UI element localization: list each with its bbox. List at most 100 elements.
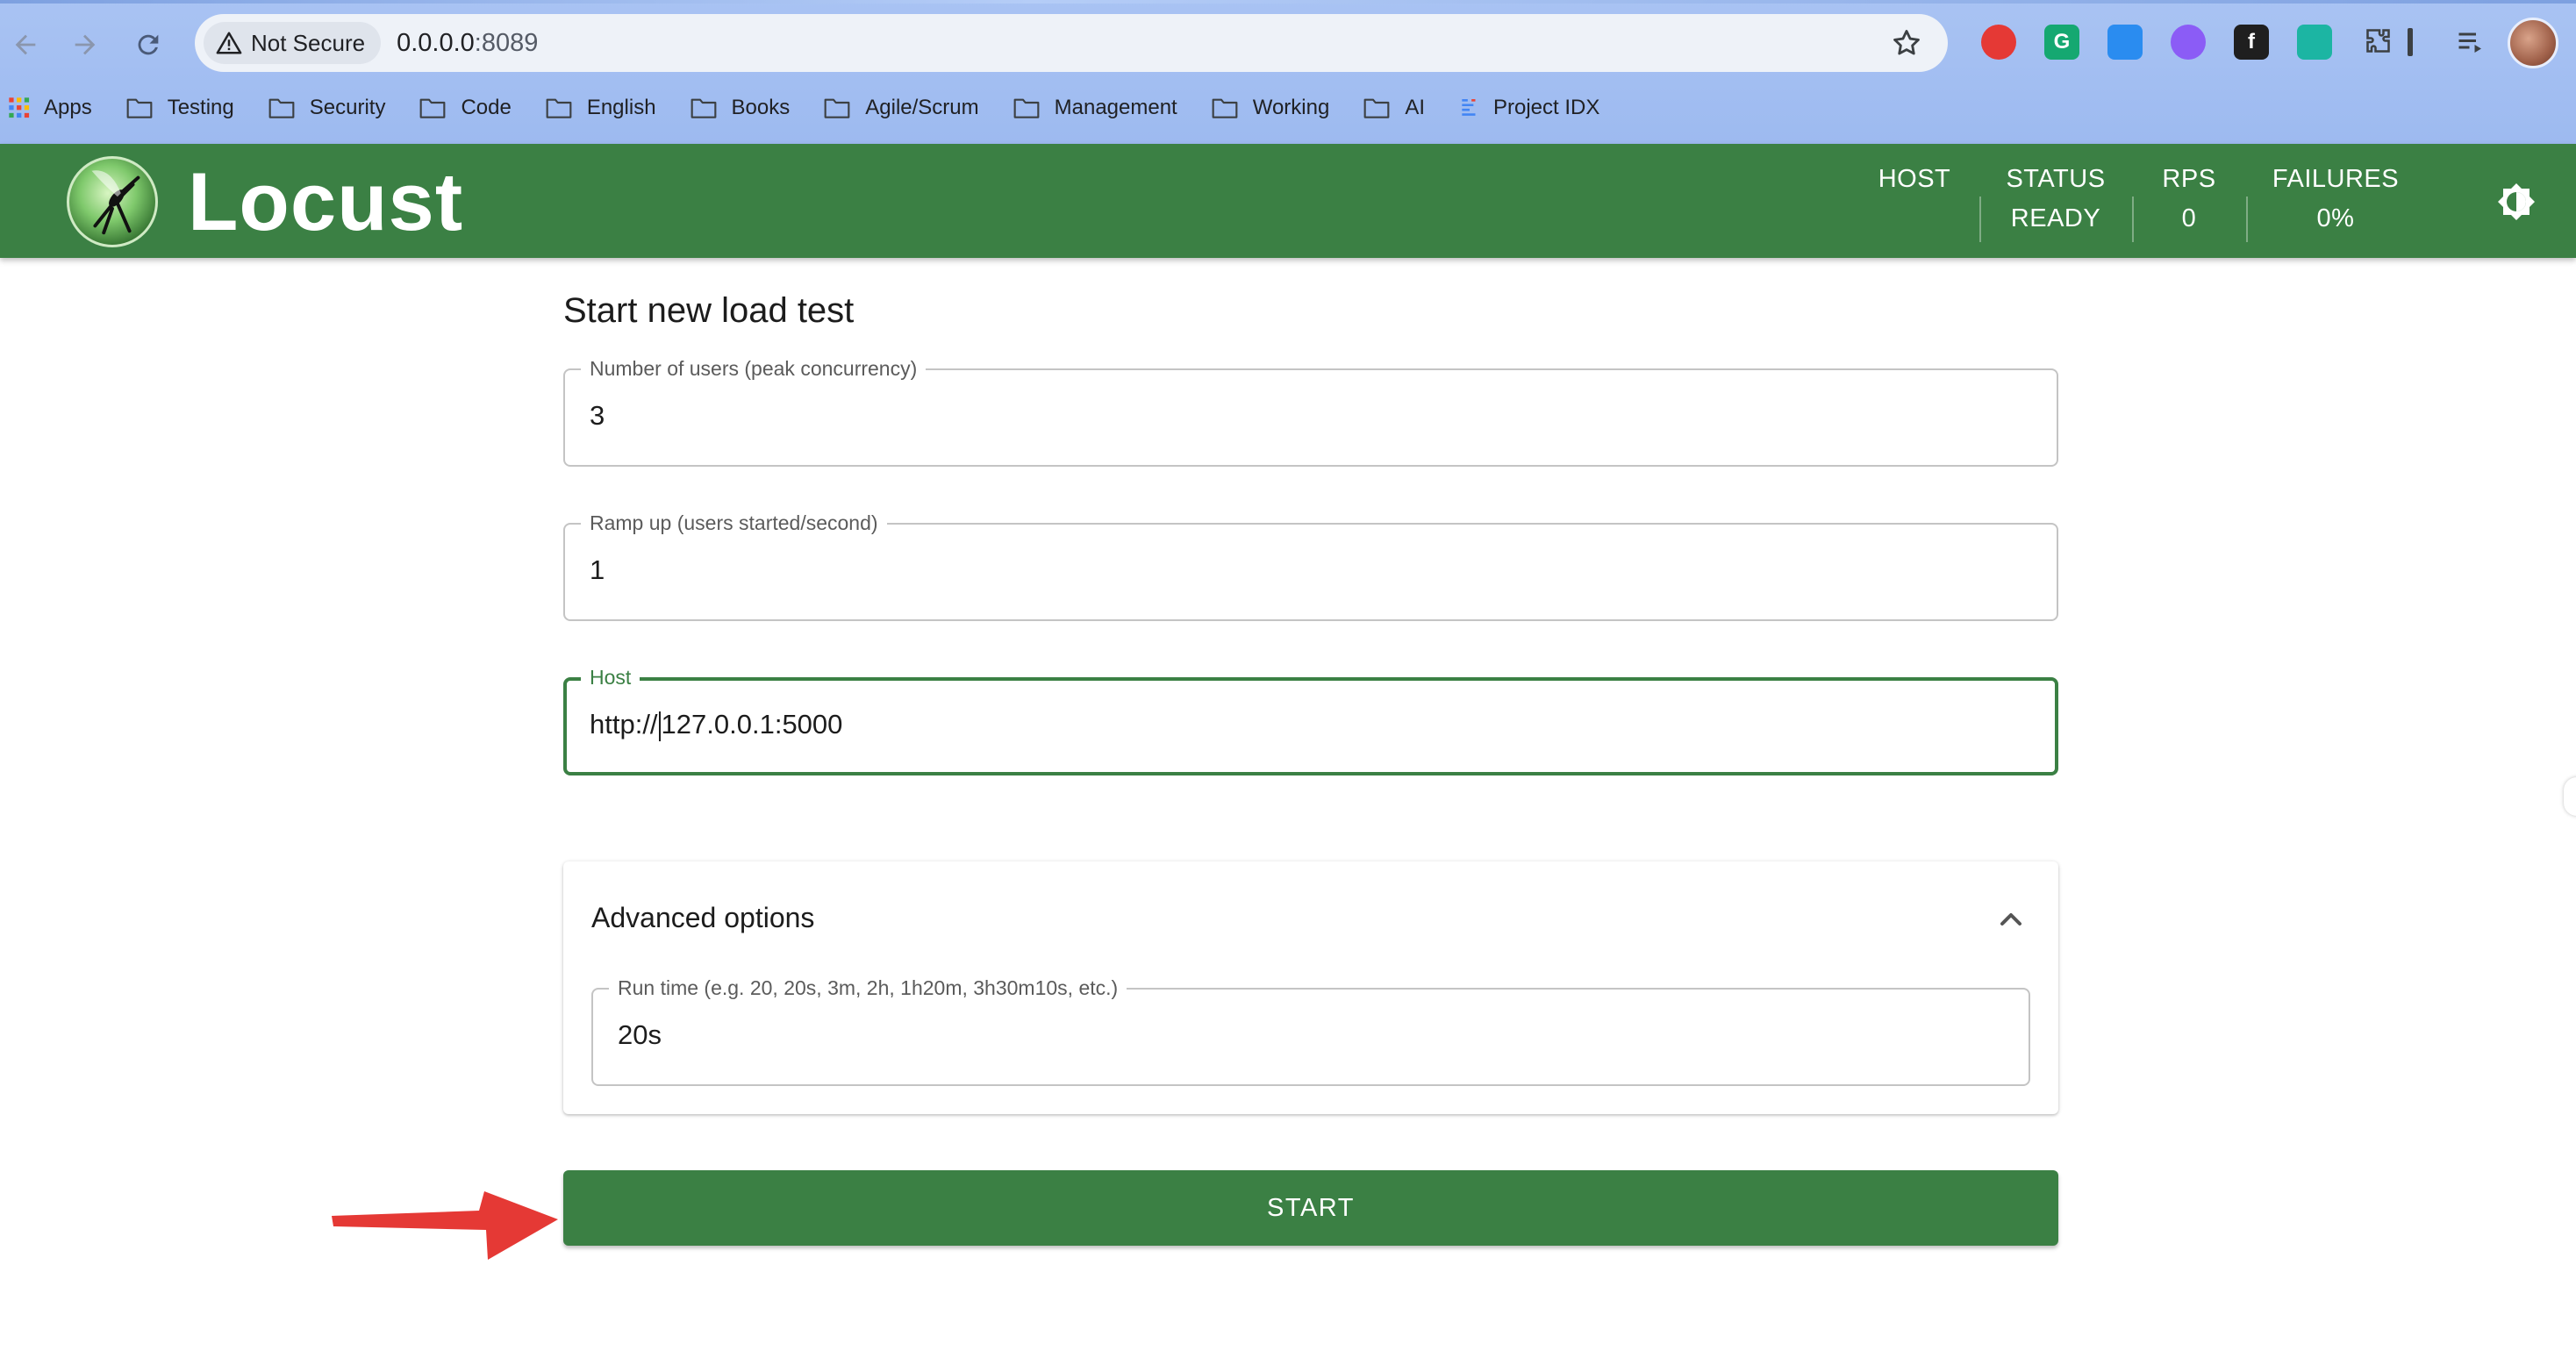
warning-triangle-icon [216,32,242,54]
annotation-arrow-icon [332,1191,558,1260]
bookmark-label: Agile/Scrum [865,96,979,119]
folder-icon [1013,96,1055,120]
bookmarks-bar: Apps Testing Security Code English Books Agile… [0,86,1633,130]
url-text: 0.0.0.0:8089 [397,29,538,58]
url-port: :8089 [474,28,539,57]
url-host: 0.0.0.0 [397,28,475,57]
toolbar-separator [2408,28,2413,56]
bookmark-testing[interactable]: Testing [125,96,234,120]
extensions-puzzle-icon[interactable] [2362,25,2397,60]
host-field[interactable]: Host http://127.0.0.1:5000 [563,665,2058,775]
run-time-field[interactable]: Run time (e.g. 20, 20s, 3m, 2h, 1h20m, 3… [591,976,2030,1086]
folder-icon [690,96,732,120]
host-field-value[interactable]: http://127.0.0.1:5000 [590,709,842,741]
bookmark-security[interactable]: Security [268,96,386,120]
reading-list-icon[interactable] [2453,25,2488,60]
bookmark-label: Code [461,96,512,119]
run-time-field-value[interactable]: 20s [618,1019,662,1051]
stat-failures-label: FAILURES [2272,165,2400,193]
users-field-label: Number of users (peak concurrency) [581,356,927,381]
reload-button[interactable] [126,23,170,67]
ramp-up-field-value[interactable]: 1 [590,554,605,586]
ramp-up-field-label: Ramp up (users started/second) [581,511,887,535]
form-title: Start new load test [563,291,855,330]
bookmark-label: English [586,96,656,119]
stat-status-value: READY [2010,204,2101,232]
security-chip[interactable]: Not Secure [204,22,382,64]
bookmark-label: Testing [167,96,234,119]
run-time-field-label: Run time (e.g. 20, 20s, 3m, 2h, 1h20m, 3… [609,976,1127,1000]
bookmark-apps[interactable]: Apps [7,96,92,120]
bookmark-label: Working [1252,96,1330,119]
folder-icon [1211,96,1253,120]
arrow-right-icon [75,34,96,55]
folder-icon [1363,96,1405,120]
arrow-left-icon [15,34,36,55]
stat-failures: FAILURES 0% [2264,161,2408,240]
bookmark-ai[interactable]: AI [1363,96,1425,120]
stat-rps-label: RPS [2162,165,2216,193]
stat-rps-value: 0 [2181,204,2197,232]
advanced-options-title[interactable]: Advanced options [591,902,814,934]
bookmark-code[interactable]: Code [419,96,512,120]
stat-failures-value: 0% [2316,204,2355,232]
apps-grid-icon [7,96,44,120]
start-button[interactable]: START [563,1170,2058,1246]
app-header: Locust HOST STATUS READY RPS 0 FAILURES … [0,144,2576,258]
security-label: Not Secure [251,29,366,56]
bookmark-label: Security [309,96,386,119]
bookmark-label: Books [731,96,791,119]
bookmark-label: Apps [44,96,92,119]
bookmark-working[interactable]: Working [1211,96,1330,120]
formula-icon[interactable]: f [2234,25,2269,60]
host-value-after-caret: 127.0.0.1:5000 [661,709,843,740]
profile-avatar[interactable] [2508,18,2558,68]
stat-divider [2132,197,2134,242]
project-idx-icon [1458,95,1493,121]
raindrop-icon[interactable] [2107,25,2143,60]
stat-host-value [1865,197,1964,240]
bookmark-books[interactable]: Books [690,96,791,120]
host-field-label: Host [581,665,640,690]
browser-chrome: Not Secure 0.0.0.0:8089 Gf Apps Testing Se… [0,0,2576,144]
bookmark-label: Project IDX [1493,96,1600,119]
bookmark-management[interactable]: Management [1013,96,1177,120]
back-button[interactable] [4,23,47,67]
theme-toggle-icon[interactable] [2495,181,2537,223]
bookmark-agile-scrum[interactable]: Agile/Scrum [823,96,979,120]
stat-host: HOST [1865,161,1964,240]
arc-icon[interactable] [2297,25,2332,60]
users-field-value[interactable]: 3 [590,400,605,432]
text-caret [658,711,661,741]
tab-strip-edge [0,0,2576,4]
folder-icon [545,96,587,120]
grammarly-icon[interactable]: G [2044,25,2079,60]
adblock-icon[interactable] [1981,25,2016,60]
stat-rps: RPS 0 [2141,161,2237,240]
forward-button[interactable] [63,23,107,67]
bookmark-label: AI [1405,96,1425,119]
bookmark-label: Management [1054,96,1177,119]
side-panel-handle[interactable] [2564,777,2576,816]
stat-status: STATUS READY [1992,161,2120,240]
folder-icon [125,96,168,120]
brain-icon[interactable] [2171,25,2206,60]
locust-logo-icon [67,156,158,247]
folder-icon [419,96,461,120]
host-value-before-caret: http:// [590,709,658,740]
users-field[interactable]: Number of users (peak concurrency) 3 [563,356,2058,467]
folder-icon [823,96,865,120]
bookmark-english[interactable]: English [545,96,656,120]
bookmark-star-icon[interactable] [1890,26,1923,60]
stat-status-label: STATUS [2006,165,2106,193]
stat-divider [2246,197,2248,242]
chevron-up-icon[interactable] [1993,902,2029,937]
bookmark-project-idx[interactable]: Project IDX [1458,95,1599,121]
brand-title: Locust [188,155,464,247]
stat-divider [1979,197,1981,242]
stat-host-label: HOST [1878,165,1951,193]
reload-icon [138,34,159,55]
address-bar[interactable]: Not Secure 0.0.0.0:8089 [195,14,1948,72]
ramp-up-field[interactable]: Ramp up (users started/second) 1 [563,511,2058,621]
advanced-options-panel: Advanced options Run time (e.g. 20, 20s,… [563,861,2058,1114]
